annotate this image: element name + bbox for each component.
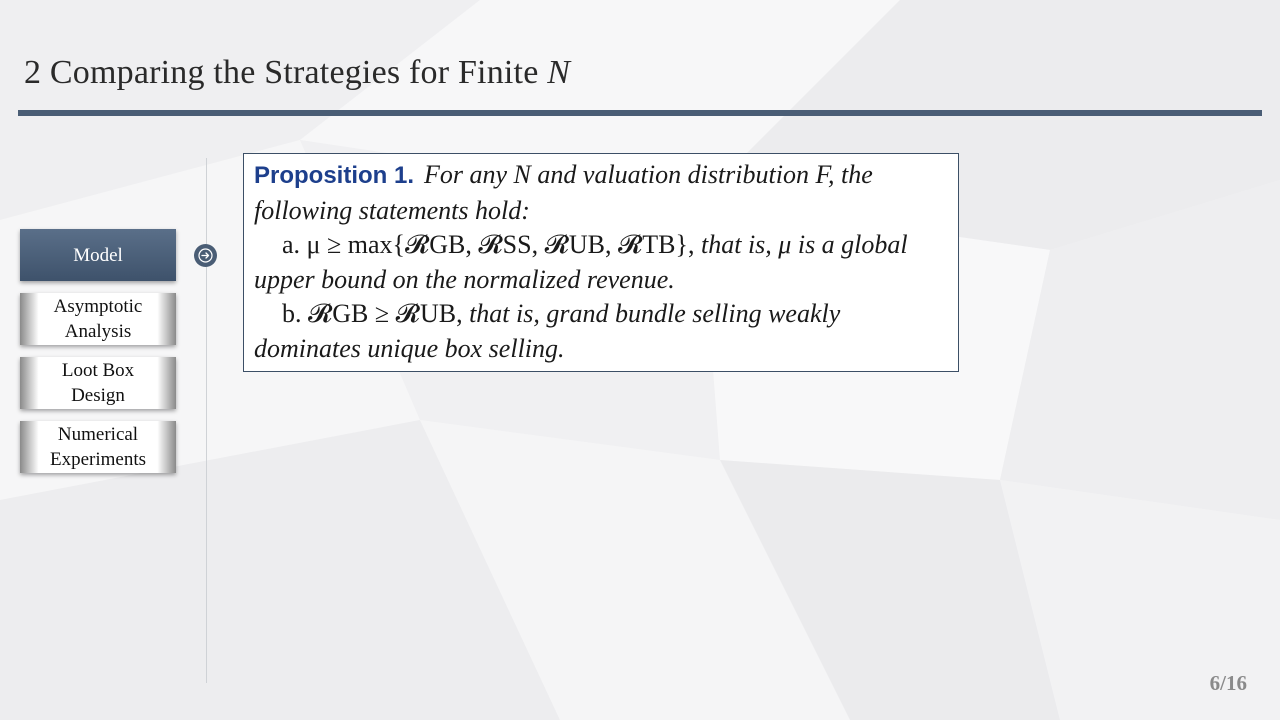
nav-item-numerical-experiments[interactable]: Numerical Experiments — [20, 421, 176, 473]
section-number: 2 — [24, 54, 42, 91]
item-label: a. — [282, 230, 301, 259]
arrow-right-icon[interactable] — [194, 244, 217, 267]
section-nav: Model Asymptotic Analysis Loot Box Desig… — [20, 229, 176, 485]
item-text: that is, grand bundle selling weakly — [469, 299, 841, 328]
nav-item-asymptotic-analysis[interactable]: Asymptotic Analysis — [20, 293, 176, 345]
nav-item-label: Loot Box Design — [61, 360, 135, 406]
proposition-item-b: b. 𝓡GB ≥ 𝓡UB, that is, grand bundle sell… — [254, 297, 948, 332]
proposition-text: following statements hold: — [254, 195, 530, 225]
proposition-heading: Proposition 1. — [254, 162, 415, 189]
proposition-text: dominates unique box selling. — [254, 333, 565, 363]
proposition-line-2: following statements hold: — [254, 194, 948, 229]
proposition-item-a: a. μ ≥ max{𝓡GB, 𝓡SS, 𝓡UB, 𝓡TB}, that is,… — [254, 228, 948, 263]
proposition-box: Proposition 1. For any N and valuation di… — [243, 153, 959, 372]
nav-item-loot-box-design[interactable]: Loot Box Design — [20, 357, 176, 409]
nav-item-model[interactable]: Model — [20, 229, 176, 281]
nav-item-label: Model — [73, 244, 123, 266]
nav-divider — [206, 158, 207, 683]
item-text: that is, μ is a global — [701, 230, 908, 259]
title-underline — [18, 110, 1262, 116]
page-number: 6/16 — [1209, 671, 1247, 695]
proposition-text: upper bound on the normalized revenue. — [254, 264, 675, 294]
proposition-line-6: dominates unique box selling. — [254, 332, 948, 367]
item-math: μ ≥ max{𝓡GB, 𝓡SS, 𝓡UB, 𝓡TB}, — [306, 230, 695, 259]
proposition-line-4: upper bound on the normalized revenue. — [254, 263, 948, 298]
title-variable: N — [547, 54, 571, 91]
nav-item-label: Numerical Experiments — [49, 424, 147, 470]
item-math: 𝓡GB ≥ 𝓡UB, — [308, 299, 463, 328]
proposition-line-1: Proposition 1. For any N and valuation di… — [254, 158, 948, 194]
nav-item-label: Asymptotic Analysis — [53, 296, 143, 342]
item-label: b. — [282, 299, 302, 328]
proposition-text: For any N and valuation distribution F, … — [424, 160, 873, 189]
title-text: Comparing the Strategies for Finite — [49, 54, 539, 91]
slide-title: 2 Comparing the Strategies for Finite N — [24, 54, 570, 92]
